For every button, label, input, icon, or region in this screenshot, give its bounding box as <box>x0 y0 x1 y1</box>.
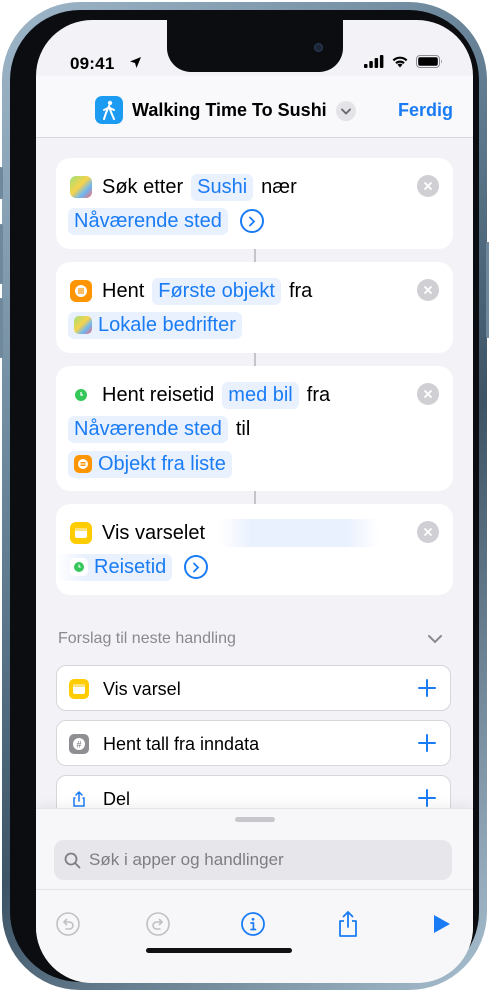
action-card-get-item[interactable]: Hent Første objekt fra Lokale bedrifter <box>56 262 453 353</box>
action-connector <box>254 248 256 262</box>
add-action-icon[interactable] <box>416 732 438 754</box>
clock-app-icon <box>70 384 92 406</box>
action-card-travel-time[interactable]: Hent reisetid med bil fra Nåværende sted… <box>56 366 453 491</box>
share-icon[interactable] <box>333 909 363 939</box>
number-icon: # <box>69 734 89 754</box>
item-selector-token[interactable]: Første objekt <box>152 277 281 305</box>
redo-icon[interactable] <box>143 909 173 939</box>
list-app-icon <box>70 280 92 302</box>
remove-action-icon[interactable] <box>417 175 439 197</box>
walking-person-icon <box>95 96 123 124</box>
token-label: Objekt fra liste <box>98 452 226 475</box>
action-connector-word: fra <box>306 383 331 406</box>
add-action-icon[interactable] <box>416 787 438 809</box>
suggestion-label: Del <box>103 789 131 809</box>
maps-app-icon <box>70 176 92 198</box>
wifi-icon <box>392 56 408 68</box>
transport-mode-token[interactable]: med bil <box>222 381 299 409</box>
done-button[interactable]: Ferdig <box>398 100 453 121</box>
remove-action-icon[interactable] <box>417 279 439 301</box>
notification-app-icon <box>70 522 92 544</box>
device-frame: 09:41 Walking Time To Sushi Ferdig Søk e… <box>0 2 489 990</box>
search-field[interactable]: Søk i apper og handlinger <box>54 840 452 880</box>
search-query-token[interactable]: Sushi <box>191 173 254 201</box>
notification-text-field[interactable] <box>219 519 380 547</box>
home-indicator[interactable] <box>146 948 292 953</box>
clock-app-icon <box>70 558 88 576</box>
shortcut-header: Walking Time To Sushi Ferdig <box>36 76 473 138</box>
action-connector <box>254 352 256 366</box>
status-time: 09:41 <box>70 54 115 73</box>
action-connector-word: nær <box>261 175 297 198</box>
collapse-chevron-icon[interactable] <box>427 634 443 644</box>
suggestion-label: Hent tall fra inndata <box>103 734 260 754</box>
notch <box>167 20 343 72</box>
search-icon <box>64 852 81 868</box>
list-app-icon <box>74 455 92 473</box>
add-action-icon[interactable] <box>416 677 438 699</box>
sheet-grabber[interactable] <box>235 817 275 822</box>
action-label: Hent <box>102 279 145 302</box>
remove-action-icon[interactable] <box>417 521 439 543</box>
suggestion-label: Vis varsel <box>103 679 181 699</box>
action-library-panel: Søk i apper og handlinger <box>36 808 473 983</box>
search-placeholder: Søk i apper og handlinger <box>89 850 284 869</box>
title-menu-chevron-icon[interactable] <box>336 101 356 121</box>
action-connector-word: fra <box>288 279 313 302</box>
source-variable-token[interactable]: Lokale bedrifter <box>68 311 242 339</box>
remove-action-icon[interactable] <box>417 383 439 405</box>
action-card-show-notification[interactable]: Vis varselet Reisetid <box>56 504 453 595</box>
action-card-search-local[interactable]: Søk etter Sushi nær Nåværende sted <box>56 158 453 249</box>
suggestions-header: Forslag til neste handling <box>58 630 236 647</box>
notification-icon <box>69 679 89 699</box>
suggestion-item[interactable]: Vis varsel <box>56 665 451 711</box>
info-icon[interactable] <box>238 909 268 939</box>
action-connector-word: til <box>235 417 251 440</box>
expand-chevron-icon[interactable] <box>184 555 209 579</box>
action-label: Vis varselet <box>102 521 206 544</box>
share-icon <box>69 789 89 809</box>
battery-icon <box>416 55 442 68</box>
suggestion-item[interactable]: # Hent tall fra inndata <box>56 720 451 766</box>
run-play-icon[interactable] <box>426 909 456 939</box>
destination-variable-token[interactable]: Objekt fra liste <box>68 450 232 478</box>
action-label: Hent reisetid <box>102 383 215 406</box>
origin-token[interactable]: Nåværende sted <box>68 415 228 443</box>
travel-time-variable-token[interactable]: Reisetid <box>56 553 173 581</box>
shortcut-title[interactable]: Walking Time To Sushi <box>132 100 327 121</box>
undo-icon[interactable] <box>53 909 83 939</box>
screen: 09:41 Walking Time To Sushi Ferdig Søk e… <box>36 20 473 983</box>
action-label: Søk etter <box>102 175 184 198</box>
cellular-signal-icon <box>364 55 384 68</box>
action-connector <box>254 490 256 504</box>
location-arrow-icon <box>130 57 141 68</box>
token-label: Reisetid <box>94 555 167 578</box>
maps-app-icon <box>74 316 92 334</box>
expand-chevron-icon[interactable] <box>239 209 264 233</box>
location-token[interactable]: Nåværende sted <box>68 207 228 235</box>
svg-text:#: # <box>76 739 81 749</box>
token-label: Lokale bedrifter <box>98 313 236 336</box>
